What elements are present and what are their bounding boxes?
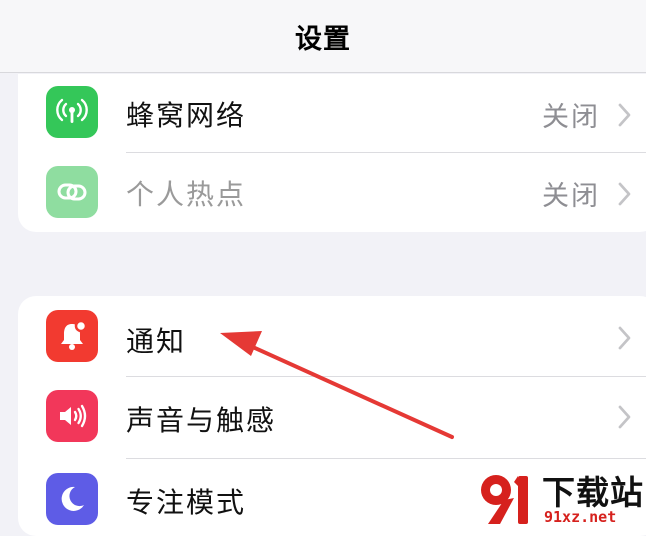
settings-row-notifications[interactable]: 通知 — [18, 296, 646, 376]
bell-icon — [46, 310, 98, 362]
moon-icon — [46, 473, 98, 525]
chevron-right-icon — [618, 326, 631, 350]
settings-row-sounds[interactable]: 声音与触感 — [18, 377, 646, 457]
notifications-label: 通知 — [126, 325, 187, 358]
cellular-status: 关闭 — [542, 102, 600, 133]
link-icon — [46, 166, 98, 218]
nav-bar: 设置 — [0, 0, 646, 73]
chevron-right-icon — [618, 182, 631, 206]
watermark: 下载站 91xz.net — [474, 466, 646, 528]
sounds-label: 声音与触感 — [126, 404, 277, 437]
settings-row-cellular[interactable]: 蜂窝网络 关闭 — [18, 74, 646, 154]
logo-icon — [481, 475, 528, 524]
chevron-right-icon — [618, 103, 631, 127]
watermark-title: 下载站 — [542, 473, 644, 512]
speaker-icon — [46, 390, 98, 442]
cellular-label: 蜂窝网络 — [126, 99, 247, 132]
settings-row-hotspot[interactable]: 个人热点 关闭 — [18, 153, 646, 232]
settings-group-connectivity: 蜂窝网络 关闭 个人热点 关闭 — [18, 74, 646, 232]
page-title: 设置 — [295, 23, 351, 55]
hotspot-status: 关闭 — [542, 181, 600, 212]
focus-label: 专注模式 — [126, 486, 247, 519]
watermark-url: 91xz.net — [544, 508, 617, 526]
chevron-right-icon — [618, 405, 631, 429]
hotspot-label: 个人热点 — [126, 178, 247, 211]
antenna-icon — [46, 86, 98, 138]
